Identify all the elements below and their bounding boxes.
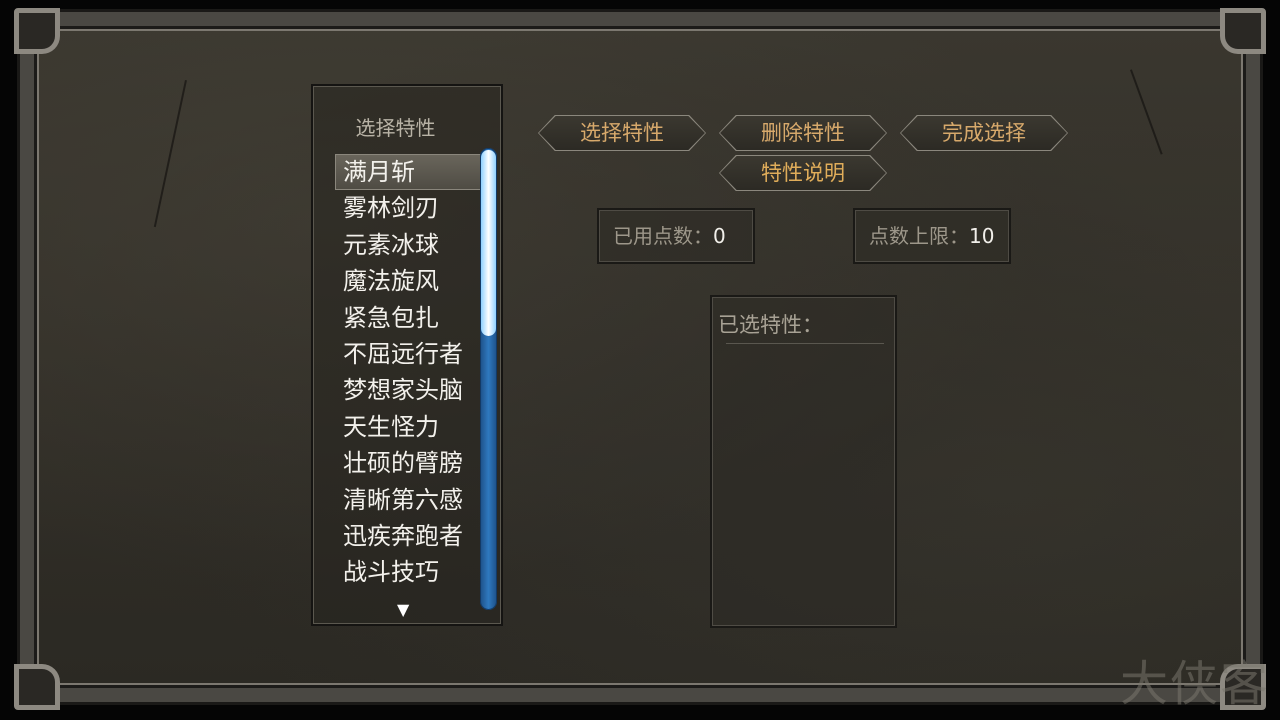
- trait-item[interactable]: 满月斩: [335, 154, 481, 191]
- scroll-down-icon[interactable]: ▼: [397, 600, 409, 619]
- trait-item[interactable]: 元素冰球: [335, 227, 481, 263]
- frame-corner-ornament: [14, 664, 60, 710]
- points-limit-value: 10: [969, 224, 995, 248]
- trait-description-button[interactable]: 特性说明: [720, 156, 886, 190]
- trait-item[interactable]: 天生怪力: [335, 409, 481, 445]
- trait-list-panel: 选择特性 满月斩 雾林剑刃 元素冰球 魔法旋风 紧急包扎 不屈远行者 梦想家头脑…: [311, 84, 503, 626]
- trait-list: 满月斩 雾林剑刃 元素冰球 魔法旋风 紧急包扎 不屈远行者 梦想家头脑 天生怪力…: [335, 154, 481, 591]
- used-points-label: 已用点数：: [613, 224, 713, 248]
- divider: [726, 343, 884, 344]
- frame-corner-ornament: [1220, 8, 1266, 54]
- frame-corner-ornament: [14, 8, 60, 54]
- trait-item[interactable]: 战斗技巧: [335, 554, 481, 590]
- trait-item[interactable]: 魔法旋风: [335, 263, 481, 299]
- trait-item[interactable]: 清晰第六感: [335, 482, 481, 518]
- trait-item[interactable]: 迅疾奔跑者: [335, 518, 481, 554]
- used-points-box: 已用点数：0: [597, 208, 755, 264]
- watermark-logo: 大侠客: [1119, 656, 1270, 712]
- delete-trait-button[interactable]: 删除特性: [720, 116, 886, 150]
- trait-item[interactable]: 不屈远行者: [335, 336, 481, 372]
- trait-item[interactable]: 雾林剑刃: [335, 190, 481, 226]
- selected-traits-panel: 已选特性：: [710, 295, 897, 628]
- trait-item[interactable]: 紧急包扎: [335, 300, 481, 336]
- points-limit-label: 点数上限：: [869, 224, 969, 248]
- select-trait-button[interactable]: 选择特性: [539, 116, 705, 150]
- trait-item[interactable]: 梦想家头脑: [335, 372, 481, 408]
- panel-title: 选择特性: [355, 116, 436, 140]
- trait-item[interactable]: 壮硕的臂膀: [335, 445, 481, 481]
- points-limit-box: 点数上限：10: [853, 208, 1011, 264]
- scrollbar-thumb[interactable]: [481, 150, 496, 336]
- used-points-value: 0: [713, 224, 726, 248]
- finish-selection-button[interactable]: 完成选择: [901, 116, 1067, 150]
- selected-traits-title: 已选特性：: [718, 313, 823, 337]
- scrollbar[interactable]: [480, 148, 497, 610]
